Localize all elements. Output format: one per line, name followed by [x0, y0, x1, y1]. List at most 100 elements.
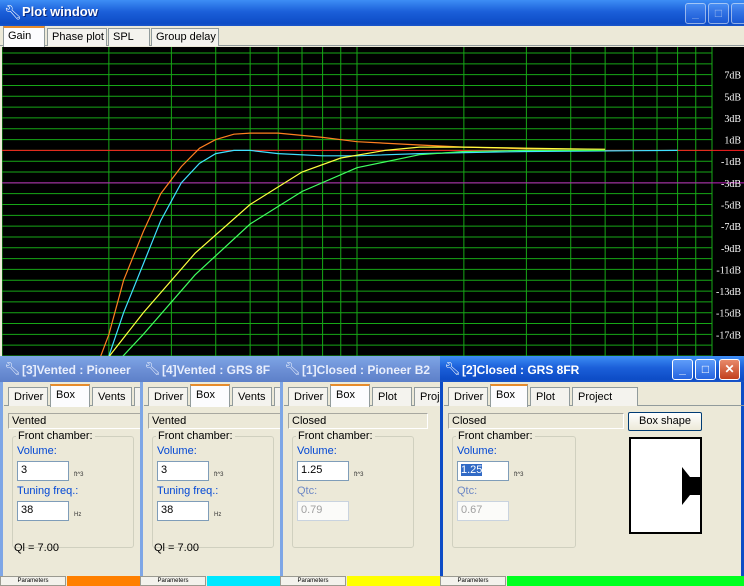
subwindow-title-bar[interactable]: 🔧︎ [4]Vented : GRS 8F: [140, 356, 280, 382]
volume-unit: ft^3: [74, 472, 84, 478]
wrench-icon: 🔧︎: [444, 361, 461, 376]
series-color-swatch: [507, 576, 744, 586]
box-shape-preview: [629, 437, 702, 534]
volume-unit: ft^3: [514, 472, 524, 478]
front-chamber-group: Front chamber: Volume: 3 ft^3 Tuning fre…: [152, 430, 274, 548]
y-tick-label: -5dB: [721, 201, 741, 212]
subwindow-title: [3]Vented : Pioneer: [22, 363, 131, 377]
subwindow-vented-grs[interactable]: 🔧︎ [4]Vented : GRS 8F DriverBoxVentsP Ve…: [140, 356, 280, 586]
tab-box[interactable]: Box: [490, 384, 528, 407]
wrench-icon: 🔧︎: [144, 361, 161, 376]
tuning-freq-label: Tuning freq.:: [17, 485, 79, 497]
subwindow-title: [1]Closed : Pioneer B2: [302, 363, 431, 377]
maximize-button[interactable]: □: [695, 359, 716, 380]
volume-label: Volume:: [157, 445, 197, 457]
volume-input[interactable]: 1.25: [457, 461, 509, 481]
group-label: Front chamber:: [456, 430, 535, 442]
y-tick-label: 5dB: [724, 92, 741, 103]
volume-input[interactable]: 3: [17, 461, 69, 481]
tab-driver[interactable]: Driver: [288, 387, 328, 406]
subwindow-tab-bar: Driver Box Plot Project: [444, 384, 744, 407]
tuning-freq-input[interactable]: 38: [157, 501, 209, 521]
y-tick-label: -13dB: [716, 287, 741, 298]
ql-value: Ql = 7.00: [154, 542, 199, 554]
volume-unit: ft^3: [214, 472, 224, 478]
wrench-icon: 🔧︎: [284, 361, 301, 376]
subwindow-title: [4]Vented : GRS 8F: [162, 363, 271, 377]
tab-vents[interactable]: Vents: [232, 387, 272, 406]
box-type-field: Closed: [288, 413, 428, 429]
tab-project[interactable]: Project: [572, 387, 638, 406]
group-label: Front chamber:: [296, 430, 375, 442]
window-title: Plot window: [22, 4, 98, 19]
y-tick-label: -15dB: [716, 309, 741, 320]
tuning-freq-label: Tuning freq.:: [157, 485, 219, 497]
subwindow-vented-pioneer[interactable]: 🔧︎ [3]Vented : Pioneer DriverBoxVentsP V…: [0, 356, 140, 586]
main-title-bar[interactable]: 🔧︎ Plot window _ □: [0, 0, 744, 26]
y-tick-label: 1dB: [724, 136, 741, 147]
parameters-button[interactable]: Parameters: [140, 576, 206, 586]
status-bar: Parameters: [140, 576, 280, 586]
qtc-input: 0.67: [457, 501, 509, 521]
minimize-button[interactable]: _: [685, 3, 706, 24]
y-tick-label: -7dB: [721, 222, 741, 233]
tab-gain[interactable]: Gain: [3, 26, 45, 47]
parameters-button[interactable]: Parameters: [0, 576, 66, 586]
subwindow-title: [2]Closed : GRS 8FR: [462, 363, 580, 377]
front-chamber-group: Front chamber: Volume: 3 ft^3 Tuning fre…: [12, 430, 134, 548]
tab-vents[interactable]: Vents: [92, 387, 132, 406]
subwindow-title-bar[interactable]: 🔧︎ [3]Vented : Pioneer: [0, 356, 140, 382]
tab-plot[interactable]: Plot: [530, 387, 570, 406]
volume-label: Volume:: [17, 445, 57, 457]
front-chamber-group: Front chamber: Volume: 1.25 ft^3 Qtc: 0.…: [452, 430, 576, 548]
subwindow-title-bar[interactable]: 🔧︎ [1]Closed : Pioneer B2: [280, 356, 440, 382]
maximize-button[interactable]: □: [708, 3, 729, 24]
parameters-button[interactable]: Parameters: [440, 576, 506, 586]
tab-spl[interactable]: SPL: [108, 28, 150, 46]
series-color-swatch: [67, 576, 140, 586]
tab-phase-plot[interactable]: Phase plot: [47, 28, 107, 46]
minimize-button[interactable]: _: [672, 359, 693, 380]
tab-proje[interactable]: Proje: [414, 387, 440, 406]
speaker-icon: [682, 467, 702, 505]
tab-driver[interactable]: Driver: [448, 387, 488, 406]
close-button[interactable]: ✕: [719, 359, 740, 380]
subwindow-tab-bar: DriverBoxVentsP: [4, 384, 140, 407]
tuning-freq-unit: Hz: [214, 512, 222, 518]
subwindow-closed-grs[interactable]: 🔧︎ [2]Closed : GRS 8FR _ □ ✕ Driver Box Pl…: [440, 356, 744, 586]
status-bar: Parameters: [0, 576, 140, 586]
series-color-swatch: [347, 576, 440, 586]
tab-box[interactable]: Box: [190, 384, 230, 407]
ql-value: Ql = 7.00: [14, 542, 59, 554]
parameters-button[interactable]: Parameters: [280, 576, 346, 586]
tuning-freq-input[interactable]: 38: [17, 501, 69, 521]
tab-group-delay[interactable]: Group delay: [151, 28, 219, 46]
box-shape-button[interactable]: Box shape: [628, 412, 702, 431]
close-button[interactable]: [731, 3, 744, 24]
tab-box[interactable]: Box: [50, 384, 90, 407]
front-chamber-group: Front chamber: Volume: 1.25 ft^3 Qtc: 0.…: [292, 430, 414, 548]
volume-input[interactable]: 1.25: [297, 461, 349, 481]
subwindow-tab-bar: DriverBoxVentsP: [144, 384, 280, 407]
y-tick-label: 7dB: [724, 71, 741, 82]
gain-chart: 7dB 5dB 3dB 1dB -1dB -3dB -5dB -7dB -9dB -11dB -13…: [2, 47, 744, 356]
tab-plot[interactable]: Plot: [372, 387, 412, 406]
group-label: Front chamber:: [16, 430, 95, 442]
volume-label: Volume:: [457, 445, 497, 457]
subwindow-title-bar[interactable]: 🔧︎ [2]Closed : GRS 8FR _ □ ✕: [440, 356, 744, 382]
volume-input[interactable]: 3: [157, 461, 209, 481]
y-tick-label: -1dB: [721, 157, 741, 168]
gain-plot[interactable]: 7dB 5dB 3dB 1dB -1dB -3dB -5dB -7dB -9dB -11dB -13…: [2, 47, 744, 356]
box-type-field: Closed: [448, 413, 624, 429]
volume-unit: ft^3: [354, 472, 364, 478]
wrench-icon: 🔧︎: [4, 4, 22, 20]
volume-label: Volume:: [297, 445, 337, 457]
qtc-label: Qtc:: [457, 485, 478, 497]
tab-driver[interactable]: Driver: [148, 387, 188, 406]
y-tick-label: -17dB: [716, 330, 741, 341]
tab-driver[interactable]: Driver: [8, 387, 48, 406]
subwindow-closed-pioneer[interactable]: 🔧︎ [1]Closed : Pioneer B2 Driver Box Plot P…: [280, 356, 440, 586]
wrench-icon: 🔧︎: [4, 361, 21, 376]
tab-box[interactable]: Box: [330, 384, 370, 407]
group-label: Front chamber:: [156, 430, 235, 442]
